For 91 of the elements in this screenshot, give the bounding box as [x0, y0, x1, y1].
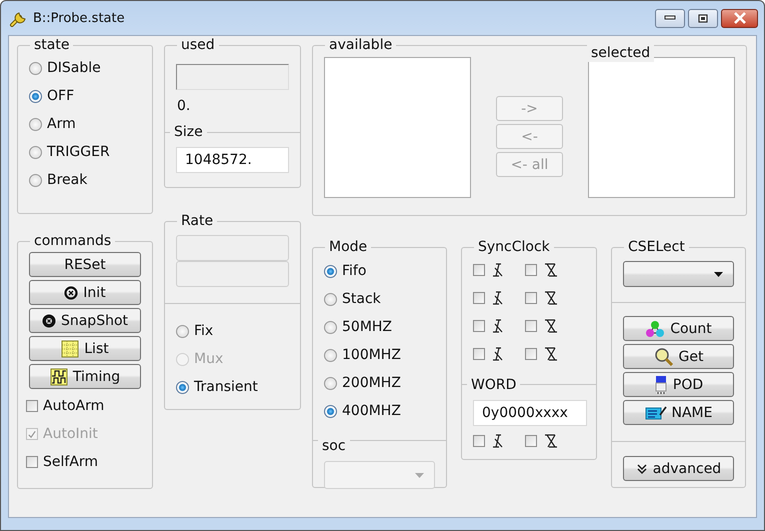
minimize-icon	[664, 15, 676, 21]
clock-edge-icon	[543, 433, 559, 449]
rate-field[interactable]	[176, 235, 289, 261]
caret-icon	[415, 472, 424, 478]
clock-edge-icon	[543, 318, 559, 334]
caret-icon	[714, 272, 723, 276]
radio-button[interactable]	[29, 90, 42, 102]
size-field[interactable]: 1048572.	[176, 147, 289, 173]
command-button[interactable]: Init	[29, 280, 141, 305]
word-field[interactable]: 0y0000xxxx	[473, 400, 587, 426]
clock-edge-icon	[543, 290, 559, 306]
clock-edge-icon	[543, 346, 559, 362]
radio-button[interactable]	[176, 324, 189, 338]
maximize-icon	[698, 14, 708, 22]
checkbox[interactable]	[525, 292, 537, 304]
group-label: available	[328, 36, 394, 54]
radio-option[interactable]: 400MHZ	[324, 397, 435, 425]
checkbox[interactable]	[473, 292, 485, 304]
radio-button[interactable]	[324, 348, 337, 362]
radio-option[interactable]: Break	[29, 166, 141, 194]
used-field[interactable]	[176, 64, 289, 90]
circled-x-icon	[64, 286, 78, 300]
available-list[interactable]	[324, 57, 471, 198]
radio-option[interactable]: Stack	[324, 285, 435, 313]
group-label: Mode	[328, 238, 368, 256]
group-label: used	[180, 36, 216, 54]
radio-option[interactable]: Fix	[176, 317, 289, 345]
search-icon	[654, 348, 674, 366]
waveform-icon	[50, 368, 68, 386]
radio-option[interactable]: 50MHZ	[324, 313, 435, 341]
probe-icon	[654, 374, 668, 394]
group-label: SyncClock	[477, 238, 551, 256]
checkbox[interactable]	[473, 320, 485, 332]
checkbox[interactable]	[525, 435, 537, 447]
command-button[interactable]: List	[29, 336, 141, 361]
group-label: state	[33, 36, 70, 54]
group-label: CSELect	[627, 238, 686, 256]
checkbox[interactable]	[473, 435, 485, 447]
checkbox-option[interactable]: AutoArm	[26, 392, 141, 420]
radio-button[interactable]	[29, 174, 42, 186]
radio-option[interactable]: Fifo	[324, 257, 435, 285]
checkbox[interactable]	[525, 320, 537, 332]
group-label: selected	[587, 44, 654, 62]
radio-option[interactable]: Transient	[176, 373, 289, 401]
checkbox[interactable]	[473, 264, 485, 276]
close-button[interactable]	[721, 8, 758, 28]
group-label: commands	[33, 232, 112, 250]
action-button[interactable]: Count	[623, 316, 734, 341]
selected-list[interactable]	[588, 57, 735, 198]
action-button[interactable]: POD	[623, 372, 734, 397]
radio-option[interactable]: Arm	[29, 110, 141, 138]
list-icon	[61, 340, 80, 358]
radio-option[interactable]: DISable	[29, 54, 141, 82]
used-value: 0.	[177, 98, 192, 114]
radio-button[interactable]	[29, 62, 42, 74]
clock-edge-icon	[543, 262, 559, 278]
radio-button[interactable]	[324, 264, 337, 278]
radio-button[interactable]	[324, 404, 337, 418]
radio-option[interactable]: TRIGGER	[29, 138, 141, 166]
radio-button[interactable]	[29, 118, 42, 130]
checkbox-option[interactable]: SelfArm	[26, 448, 141, 476]
checkbox[interactable]	[525, 264, 537, 276]
group-label: Rate	[180, 212, 214, 230]
close-icon	[732, 12, 746, 24]
command-button[interactable]: SnapShot	[29, 308, 141, 333]
radio-option[interactable]: 100MHZ	[324, 341, 435, 369]
rate-field[interactable]	[176, 261, 289, 287]
radio-option[interactable]: OFF	[29, 82, 141, 110]
cselect-dropdown[interactable]	[623, 261, 734, 287]
radio-button[interactable]	[324, 292, 337, 306]
checkbox[interactable]	[26, 400, 38, 412]
tag-icon	[644, 404, 666, 420]
radio-button[interactable]	[324, 376, 337, 390]
window-title: B::Probe.state	[33, 10, 126, 26]
radio-button[interactable]	[176, 380, 189, 394]
molecule-icon	[645, 320, 666, 338]
command-button[interactable]: Timing	[29, 364, 141, 389]
maximize-button[interactable]	[688, 8, 718, 28]
minimize-button[interactable]	[655, 8, 685, 28]
circled-x-icon	[42, 314, 56, 328]
radio-option[interactable]: 200MHZ	[324, 369, 435, 397]
advanced-button[interactable]: advanced	[623, 456, 734, 481]
command-button[interactable]: RESet	[29, 252, 141, 277]
radio-button[interactable]	[324, 320, 337, 334]
checkbox[interactable]	[525, 348, 537, 360]
checkbox[interactable]	[26, 456, 38, 468]
checkbox[interactable]	[473, 348, 485, 360]
double-chevron-icon	[636, 462, 648, 474]
radio-button[interactable]	[29, 146, 42, 158]
action-button[interactable]: NAME	[623, 400, 734, 425]
action-button[interactable]: Get	[623, 344, 734, 369]
